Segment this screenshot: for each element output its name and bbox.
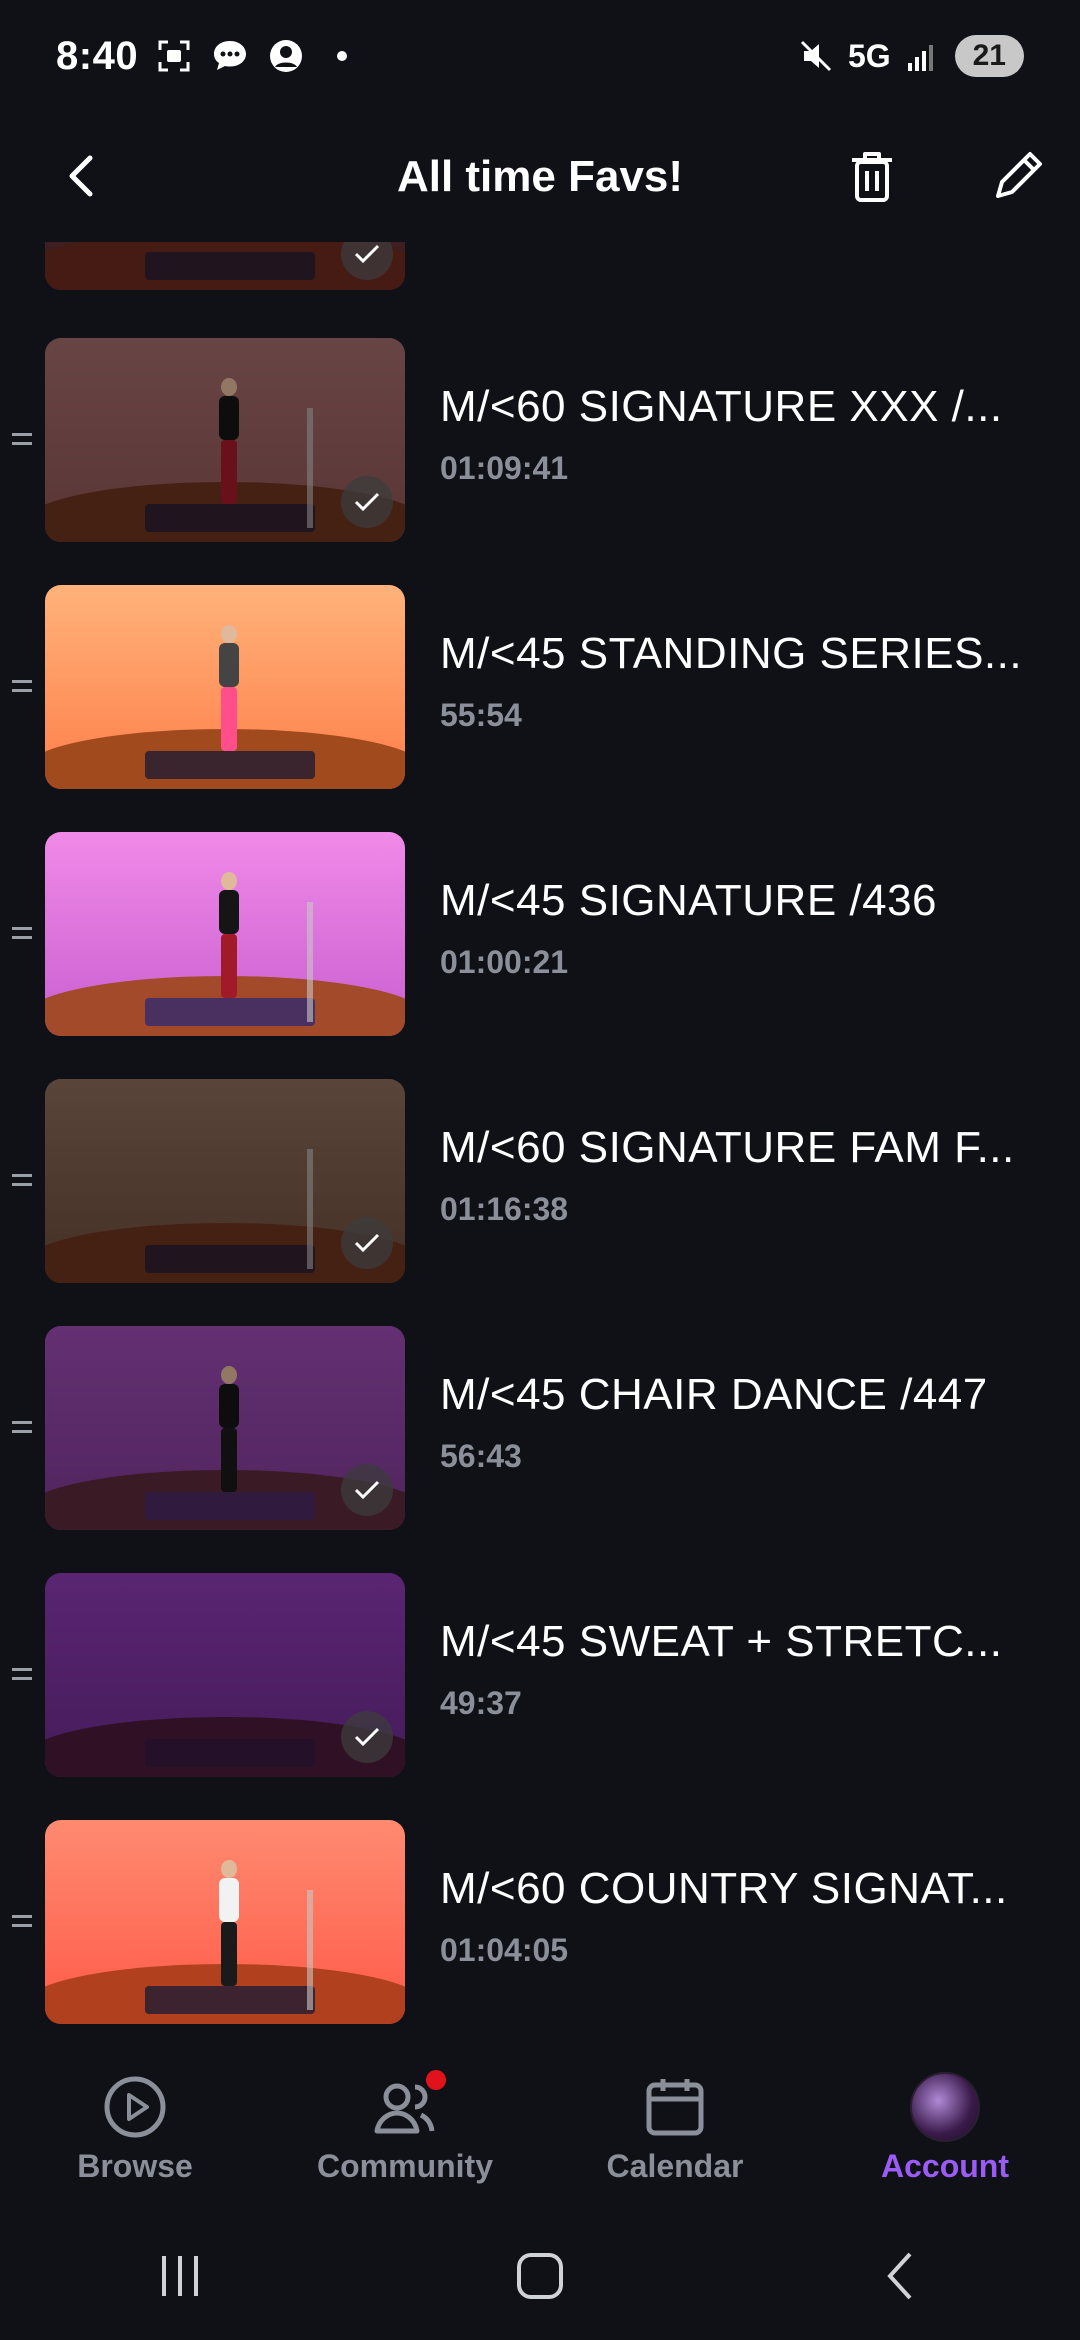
workout-title: M/<60 SIGNATURE XXX /... xyxy=(440,382,1003,431)
workout-title: M/<60 COUNTRY SIGNAT... xyxy=(440,1864,1008,1913)
network-label: 5G xyxy=(847,37,891,74)
list-item[interactable]: M/<60 COUNTRY SIGNAT... 01:04:05 xyxy=(0,1820,1080,2024)
list-item[interactable]: M/<60 SIGNATURE XXX /... 01:09:41 xyxy=(0,338,1080,542)
status-right: 5G 21 xyxy=(796,35,1024,77)
item-info: M/<45 SWEAT + STRETC... 49:37 xyxy=(440,1617,1060,1722)
avatar-wrap xyxy=(910,2072,980,2142)
list-item[interactable]: M/<45 SIGNATURE /436 01:00:21 xyxy=(0,832,1080,1036)
video-thumbnail[interactable] xyxy=(45,1326,405,1530)
check-icon xyxy=(341,1217,393,1269)
video-thumbnail[interactable] xyxy=(45,1573,405,1777)
pencil-icon[interactable] xyxy=(980,138,1056,214)
screenshot-icon xyxy=(154,36,194,76)
item-info: M/<45 CHAIR DANCE /447 56:43 xyxy=(440,1370,1060,1475)
tab-browse[interactable]: Browse xyxy=(25,2072,245,2202)
favorites-list: M/<60 SIGNATURE XXX /... 01:09:41 M/<45 … xyxy=(0,242,1080,2032)
workout-duration: 56:43 xyxy=(440,1438,522,1474)
item-info: M/<60 COUNTRY SIGNAT... 01:04:05 xyxy=(440,1864,1060,1969)
workout-title: M/<45 SIGNATURE /436 xyxy=(440,876,938,925)
messages-icon xyxy=(210,36,250,76)
bottom-tab-bar: Browse Community Calendar Account xyxy=(0,2032,1080,2212)
check-icon xyxy=(341,1711,393,1763)
signal-icon xyxy=(903,36,943,76)
check-icon xyxy=(341,1464,393,1516)
workout-duration: 55:54 xyxy=(440,697,522,733)
workout-duration: 49:37 xyxy=(440,1685,522,1721)
battery-badge: 21 xyxy=(954,35,1024,77)
back-icon[interactable] xyxy=(860,2236,940,2316)
system-nav-bar xyxy=(0,2212,1080,2340)
list-item[interactable]: M/<45 CHAIR DANCE /447 56:43 xyxy=(0,1326,1080,1530)
workout-title: M/<45 SWEAT + STRETC... xyxy=(440,1617,1003,1666)
workout-duration: 01:09:41 xyxy=(440,450,569,486)
item-info: M/<45 SIGNATURE /436 01:00:21 xyxy=(440,876,1060,981)
list-item-partial[interactable] xyxy=(0,242,1080,290)
tab-label: Calendar xyxy=(606,2148,744,2184)
check-icon xyxy=(341,476,393,528)
list-item[interactable]: M/<45 STANDING SERIES... 55:54 xyxy=(0,585,1080,789)
list-item[interactable]: M/<60 SIGNATURE FAM F... 01:16:38 xyxy=(0,1079,1080,1283)
drag-handle-icon[interactable] xyxy=(12,927,32,941)
drag-handle-icon[interactable] xyxy=(12,1668,32,1682)
list-item[interactable]: M/<45 SWEAT + STRETC... 49:37 xyxy=(0,1573,1080,1777)
community-icon xyxy=(370,2070,446,2142)
drag-handle-icon[interactable] xyxy=(12,1915,32,1929)
workout-title: M/<45 STANDING SERIES... xyxy=(440,629,1023,678)
tab-account[interactable]: Account xyxy=(835,2072,1055,2202)
dot-icon xyxy=(322,36,362,76)
video-thumbnail[interactable] xyxy=(45,338,405,542)
status-time: 8:40 xyxy=(56,33,139,78)
play-circle-icon xyxy=(100,2072,170,2142)
drag-handle-icon[interactable] xyxy=(12,433,32,447)
item-info: M/<60 SIGNATURE XXX /... 01:09:41 xyxy=(440,382,1060,487)
account-circle-icon xyxy=(266,36,306,76)
drag-handle-icon[interactable] xyxy=(12,1421,32,1435)
avatar xyxy=(910,2072,980,2142)
tab-label: Browse xyxy=(77,2148,193,2184)
notification-badge xyxy=(426,2070,446,2090)
app-header: All time Favs! xyxy=(0,112,1080,242)
tab-community[interactable]: Community xyxy=(295,2070,515,2202)
tab-label: Community xyxy=(317,2148,493,2184)
workout-title: M/<45 CHAIR DANCE /447 xyxy=(440,1370,988,1419)
workout-duration: 01:00:21 xyxy=(440,944,569,980)
status-bar: 8:40 5G 21 xyxy=(0,0,1080,112)
item-info: M/<45 STANDING SERIES... 55:54 xyxy=(440,629,1060,734)
video-thumbnail[interactable] xyxy=(45,585,405,789)
workout-duration: 01:16:38 xyxy=(440,1191,569,1227)
tab-label: Account xyxy=(881,2148,1009,2184)
workout-duration: 01:04:05 xyxy=(440,1932,569,1968)
video-thumbnail[interactable] xyxy=(45,1820,405,2024)
trash-icon[interactable] xyxy=(836,138,908,214)
video-thumbnail[interactable] xyxy=(45,832,405,1036)
calendar-icon xyxy=(640,2072,710,2142)
tab-calendar[interactable]: Calendar xyxy=(565,2072,785,2202)
workout-title: M/<60 SIGNATURE FAM F... xyxy=(440,1123,1015,1172)
home-icon[interactable] xyxy=(500,2236,580,2316)
video-thumbnail[interactable] xyxy=(45,1079,405,1283)
recent-apps-icon[interactable] xyxy=(140,2236,220,2316)
video-thumbnail xyxy=(45,242,405,290)
mute-icon xyxy=(796,36,836,76)
drag-handle-icon[interactable] xyxy=(12,680,32,694)
status-left: 8:40 xyxy=(56,34,362,79)
item-info: M/<60 SIGNATURE FAM F... 01:16:38 xyxy=(440,1123,1060,1228)
drag-handle-icon[interactable] xyxy=(12,1174,32,1188)
page-title: All time Favs! xyxy=(396,152,684,201)
